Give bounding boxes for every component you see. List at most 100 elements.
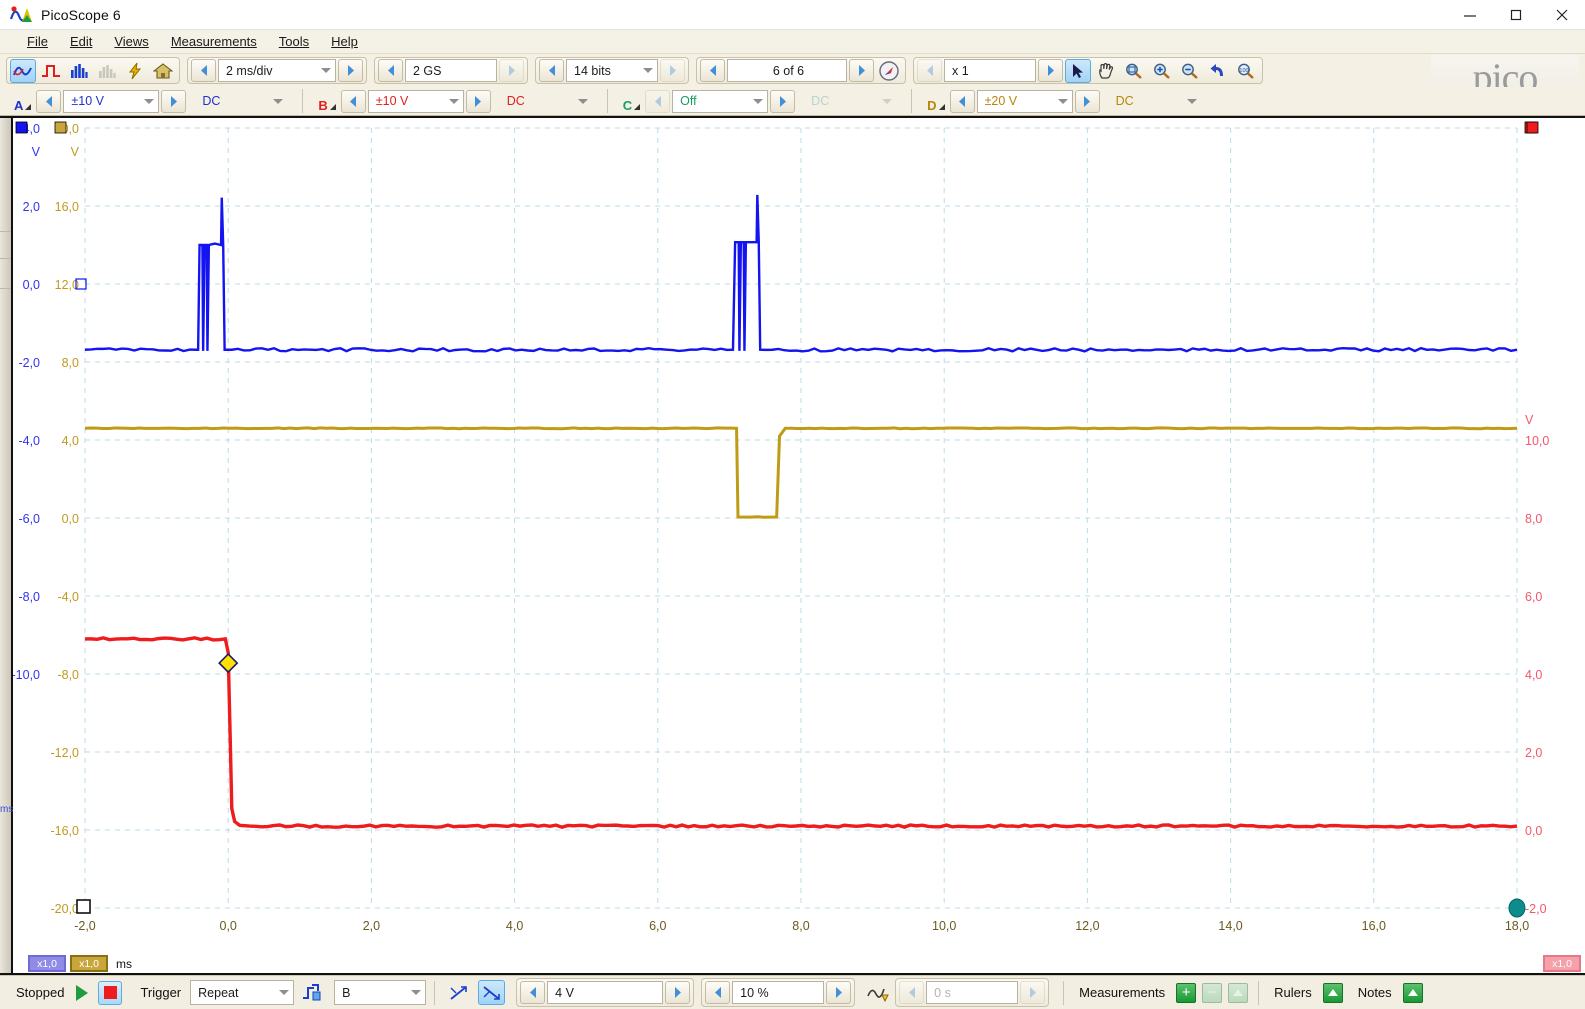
notes-panel-icon[interactable]	[1403, 983, 1423, 1003]
pretrigger-prev[interactable]	[705, 981, 730, 1004]
rulers-panel-icon[interactable]	[1323, 983, 1343, 1003]
red-axis-tick: 2,0	[1525, 746, 1542, 760]
trigger-advanced-icon[interactable]	[298, 980, 325, 1005]
menu-item-measurements[interactable]: Measurements	[160, 32, 268, 51]
channel-d-button[interactable]: D	[919, 90, 948, 113]
selection-pointer-icon[interactable]	[1065, 59, 1091, 83]
channel-b-range-next[interactable]	[466, 90, 491, 113]
zoom-marquee-icon[interactable]	[1121, 59, 1147, 83]
resolution-combo[interactable]: 14 bits	[566, 59, 658, 82]
channel-a-range-next[interactable]	[161, 90, 186, 113]
minimize-button[interactable]	[1447, 0, 1493, 30]
samples-combo[interactable]: 2 GS	[405, 59, 497, 82]
menu-item-edit[interactable]: Edit	[59, 32, 103, 51]
trigger-source-combo[interactable]: B	[334, 980, 426, 1005]
scope-canvas[interactable]: 20,016,012,08,04,00,0-4,0-8,0-12,0-16,0-…	[13, 118, 1583, 940]
spectrum-alt-mode-icon[interactable]	[94, 59, 120, 83]
samples-group: 2 GS	[374, 57, 528, 84]
left-panel-strip[interactable]: ms	[0, 118, 13, 973]
channel-d-range-prev[interactable]	[950, 90, 975, 113]
zoom-in-icon[interactable]	[1149, 59, 1175, 83]
resolution-prev-button[interactable]	[539, 59, 564, 82]
trigger-falling-edge-icon[interactable]	[478, 980, 505, 1005]
zoom-factor-field[interactable]: x 1	[944, 59, 1036, 82]
channel-a-coupling-combo[interactable]: DC	[195, 90, 287, 113]
channel-a-scale-badge[interactable]: x1,0	[28, 955, 66, 972]
timebase-next-button[interactable]	[338, 59, 363, 82]
trigger-level-prev[interactable]	[520, 981, 545, 1004]
channel-b-button[interactable]: B	[310, 90, 339, 113]
channel-c-range-combo[interactable]: Off	[672, 90, 768, 113]
channel-d-range-combo[interactable]: ±20 V	[977, 90, 1073, 113]
buffer-overview-icon[interactable]	[876, 59, 902, 83]
channel-a-button[interactable]: A	[6, 90, 35, 113]
resolution-next-button[interactable]	[660, 59, 685, 82]
trigger-level-field[interactable]: 4 V	[547, 981, 663, 1004]
channel-b-bottom-marker[interactable]	[1509, 899, 1525, 917]
post-trigger-prev[interactable]	[899, 981, 924, 1004]
zoom-out-icon[interactable]	[1177, 59, 1203, 83]
spectrum-mode-icon[interactable]	[66, 59, 92, 83]
channel-d-scale-badge[interactable]: x1,0	[70, 955, 108, 972]
channel-a-range-prev[interactable]	[36, 90, 61, 113]
x-axis-tick: 2,0	[363, 919, 380, 933]
menu-item-tools[interactable]: Tools	[268, 32, 320, 51]
channel-b-coupling-combo[interactable]: DC	[500, 90, 592, 113]
buffer-next-button[interactable]	[849, 59, 874, 82]
measurements-panel-icon[interactable]	[1228, 983, 1248, 1003]
measurements-add-button[interactable]: +	[1176, 983, 1196, 1003]
channel-b-scale-badge[interactable]: x1,0	[1543, 955, 1581, 972]
hand-pan-icon[interactable]	[1093, 59, 1119, 83]
channel-a-label: A	[14, 98, 23, 113]
trigger-rising-edge-icon[interactable]	[445, 980, 472, 1005]
channel-b-range-prev[interactable]	[341, 90, 366, 113]
zoom-factor-prev-button[interactable]	[917, 59, 942, 82]
stop-capture-button[interactable]	[98, 981, 122, 1005]
channel-d-coupling-combo[interactable]: DC	[1109, 90, 1201, 113]
channel-b-top-marker[interactable]	[1527, 122, 1538, 133]
buffer-prev-button[interactable]	[700, 59, 725, 82]
home-icon[interactable]	[150, 59, 176, 83]
zoom-factor-next-button[interactable]	[1038, 59, 1063, 82]
lightning-icon[interactable]	[122, 59, 148, 83]
channel-c-range-next[interactable]	[770, 90, 795, 113]
buffer-index-field[interactable]: 6 of 6	[727, 59, 847, 82]
trigger-edge-divider	[434, 981, 435, 1005]
zoom-100-icon[interactable]: 100	[1233, 59, 1259, 83]
channel-c-button[interactable]: C	[615, 90, 644, 113]
channel-c-range-prev[interactable]	[645, 90, 670, 113]
menu-item-views[interactable]: Views	[103, 32, 159, 51]
persistence-mode-icon[interactable]	[38, 59, 64, 83]
menu-item-file[interactable]: File	[16, 32, 59, 51]
start-capture-button[interactable]	[76, 985, 88, 1001]
channel-d-offset-marker[interactable]	[77, 900, 90, 913]
pretrigger-next[interactable]	[826, 981, 851, 1004]
timebase-prev-button[interactable]	[191, 59, 216, 82]
menu-bar: File Edit Views Measurements Tools Help	[0, 30, 1585, 54]
scope-mode-icon[interactable]	[10, 59, 36, 83]
trigger-level-next[interactable]	[665, 981, 690, 1004]
close-button[interactable]	[1539, 0, 1585, 30]
markers[interactable]	[76, 122, 1538, 917]
menu-item-help[interactable]: Help	[320, 32, 369, 51]
samples-prev-button[interactable]	[378, 59, 403, 82]
channel-c-coupling-combo[interactable]: DC	[804, 90, 896, 113]
chevron-down-icon	[882, 99, 892, 104]
channel-b-range-combo[interactable]: ±10 V	[368, 90, 464, 113]
channel-c-label: C	[623, 98, 632, 113]
channel-d-range-next[interactable]	[1075, 90, 1100, 113]
trigger-mode-combo[interactable]: Repeat	[190, 980, 294, 1005]
maximize-button[interactable]	[1493, 0, 1539, 30]
measurements-remove-button[interactable]: −	[1202, 983, 1222, 1003]
samples-next-button[interactable]	[499, 59, 524, 82]
trigger-waveform-icon[interactable]	[865, 980, 892, 1005]
trigger-level-group: 4 V	[516, 978, 694, 1007]
post-trigger-field[interactable]: 0 s	[926, 981, 1018, 1004]
post-trigger-next[interactable]	[1020, 981, 1045, 1004]
channel-a-range-combo[interactable]: ±10 V	[63, 90, 159, 113]
plot-area[interactable]: 20,016,012,08,04,00,0-4,0-8,0-12,0-16,0-…	[13, 118, 1585, 973]
trigger-marker[interactable]	[219, 654, 237, 672]
undo-zoom-icon[interactable]	[1205, 59, 1231, 83]
pretrigger-field[interactable]: 10 %	[732, 981, 824, 1004]
timebase-combo[interactable]: 2 ms/div	[218, 59, 336, 82]
